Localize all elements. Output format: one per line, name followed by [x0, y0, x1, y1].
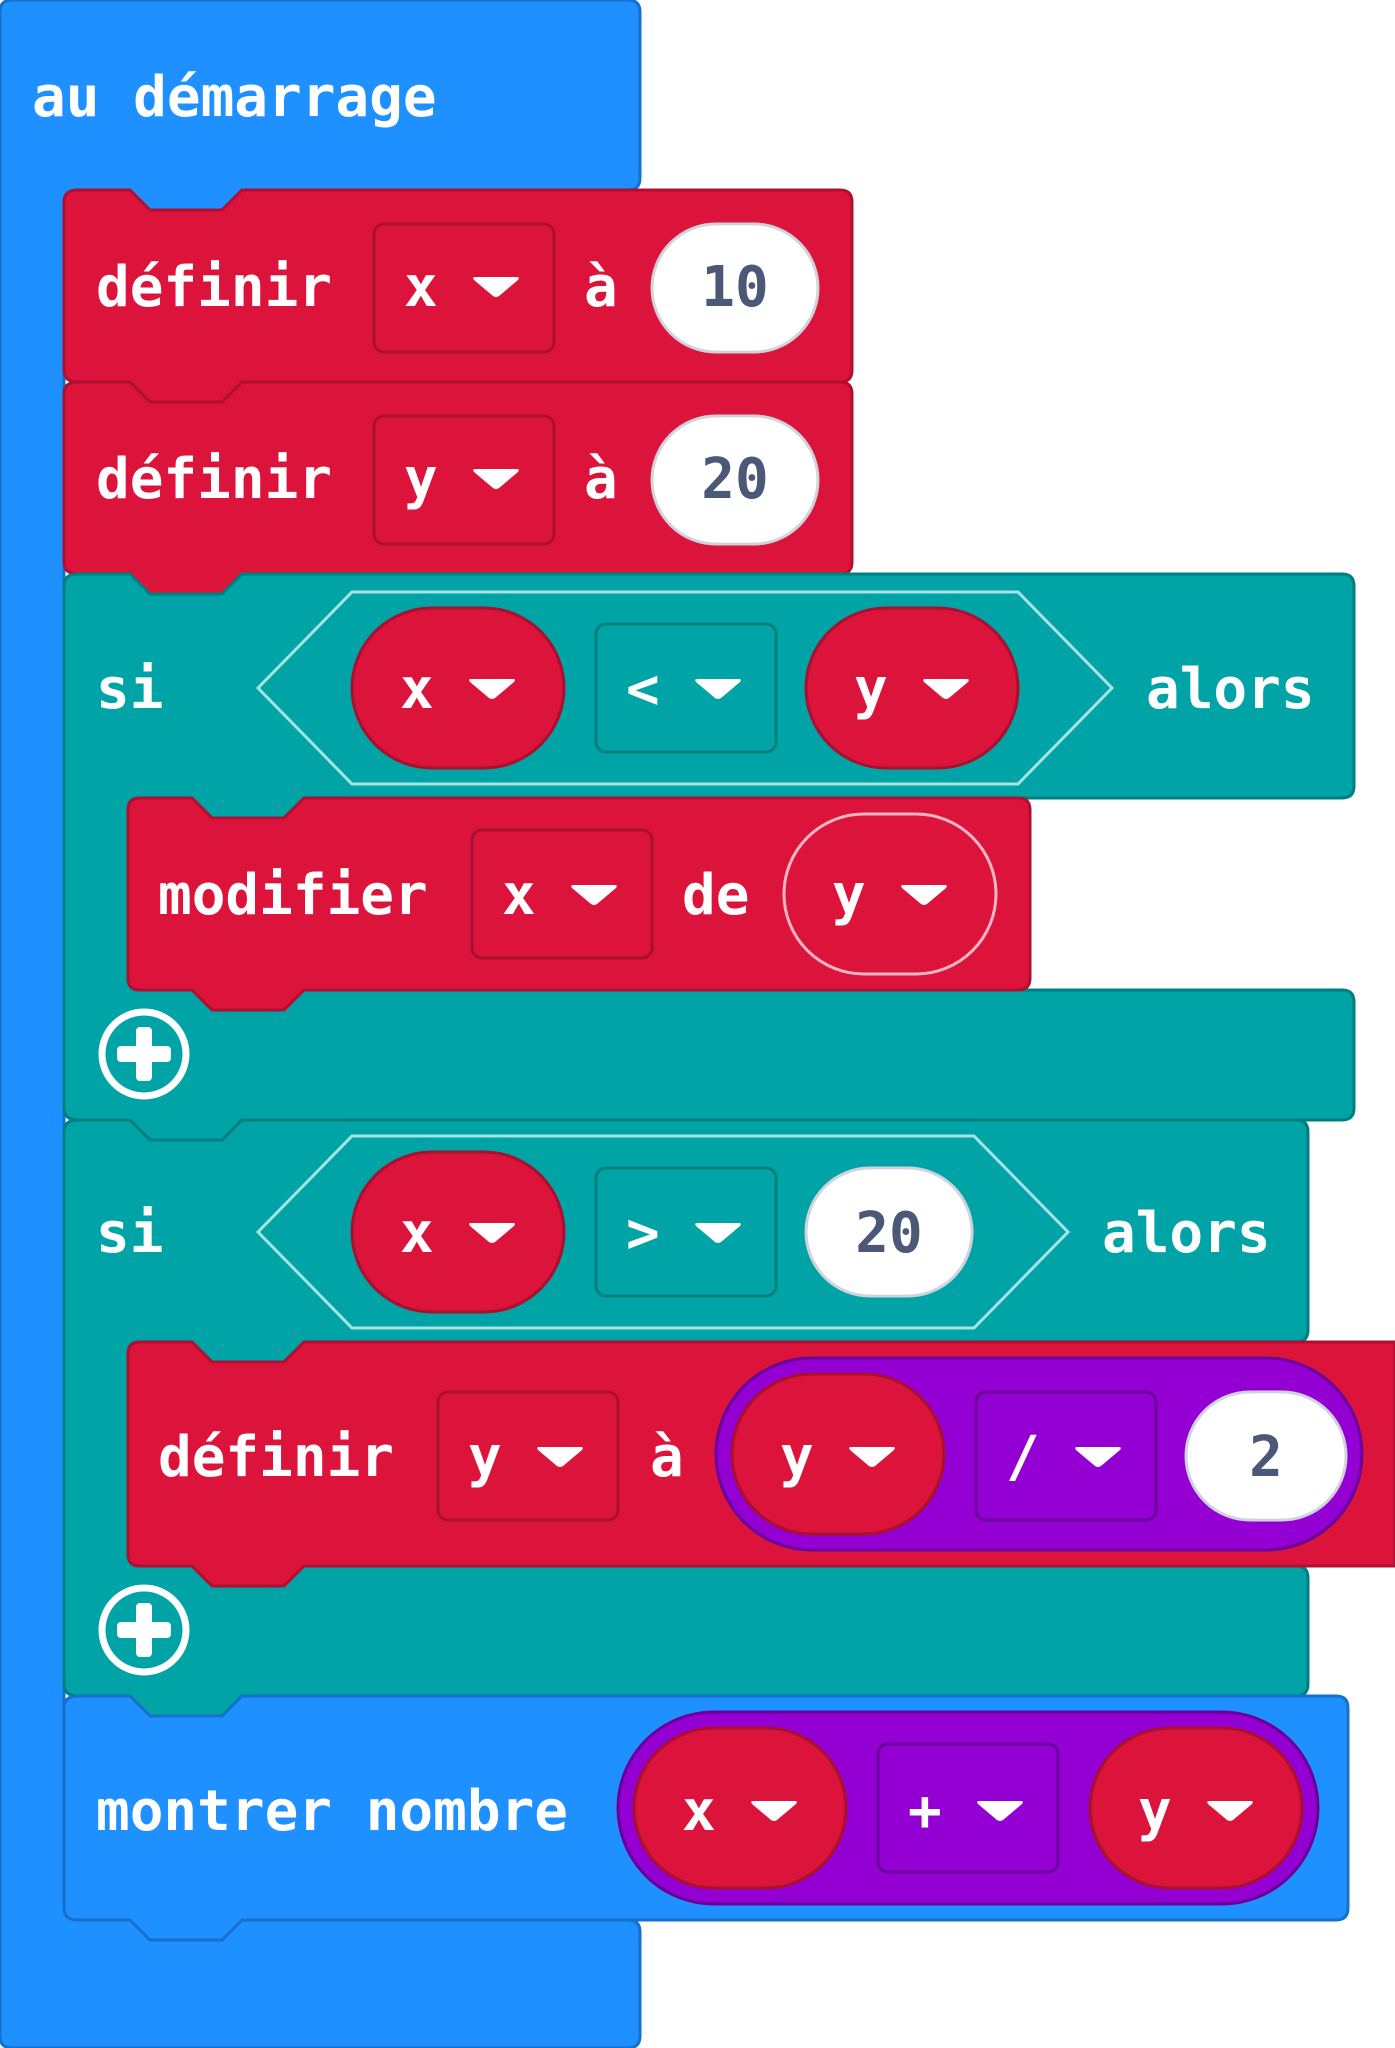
operator-dropdown-divide[interactable]: /	[974, 1390, 1158, 1522]
variable-reporter-y[interactable]: y	[730, 1372, 946, 1536]
variable-reporter-x-label: x	[400, 657, 434, 722]
set-y-to-label: à	[650, 1425, 684, 1490]
variable-reporter-x[interactable]: x	[350, 606, 566, 770]
variable-dropdown-y-label: y	[468, 1425, 502, 1490]
variable-reporter-x-label: x	[400, 1201, 434, 1266]
operator-divide-label: /	[1006, 1425, 1040, 1490]
variable-dropdown-x-label: x	[404, 255, 438, 320]
operator-dropdown-greater-than[interactable]: >	[594, 1166, 778, 1298]
on-start-label: au démarrage	[32, 65, 437, 130]
change-label: modifier	[158, 863, 428, 928]
variable-reporter-y-label: y	[1138, 1779, 1172, 1844]
variable-reporter-y[interactable]: y	[804, 606, 1020, 770]
variable-dropdown-y[interactable]: y	[372, 414, 556, 546]
change-by-label: de	[682, 863, 749, 928]
set-y-to-label: à	[584, 447, 618, 512]
variable-reporter-x[interactable]: x	[632, 1726, 848, 1890]
number-field-10-value: 10	[701, 255, 768, 320]
math-divide-reporter[interactable]: y / 2	[714, 1356, 1364, 1552]
if-1-label: si	[96, 657, 163, 722]
operator-dropdown-less-than[interactable]: <	[594, 622, 778, 754]
number-field-20-value: 20	[855, 1201, 922, 1266]
number-field-10[interactable]: 10	[650, 222, 820, 354]
if-1-then-label: alors	[1146, 657, 1315, 722]
variable-reporter-y[interactable]: y	[1088, 1726, 1304, 1890]
show-number-block[interactable]: montrer nombre x + y	[62, 1694, 1350, 1942]
variable-reporter-y-label: y	[854, 657, 888, 722]
math-add-reporter[interactable]: x + y	[616, 1710, 1320, 1906]
set-y-label: définir	[96, 447, 332, 512]
set-y-label: définir	[158, 1425, 394, 1490]
variable-reporter-y[interactable]: y	[782, 812, 998, 976]
number-field-20[interactable]: 20	[804, 1166, 974, 1298]
comparison-hexagon-1[interactable]: x < y	[255, 590, 1115, 786]
operator-greater-than-label: >	[626, 1201, 660, 1266]
operator-less-than-label: <	[626, 657, 660, 722]
number-field-2-value: 2	[1249, 1425, 1283, 1490]
variable-dropdown-x[interactable]: x	[470, 828, 654, 960]
set-y-divide-block[interactable]: définir y à y / 2	[126, 1340, 1395, 1588]
operator-dropdown-plus[interactable]: +	[876, 1742, 1060, 1874]
set-x-label: définir	[96, 255, 332, 320]
variable-dropdown-y-label: y	[404, 447, 438, 512]
number-field-20[interactable]: 20	[650, 414, 820, 546]
change-x-block[interactable]: modifier x de y	[126, 796, 1032, 1012]
variable-reporter-y-label: y	[780, 1425, 814, 1490]
variable-reporter-x[interactable]: x	[350, 1150, 566, 1314]
number-field-2[interactable]: 2	[1184, 1390, 1348, 1522]
variable-dropdown-x-label: x	[502, 863, 536, 928]
comparison-hexagon-2[interactable]: x > 20	[255, 1134, 1071, 1330]
variable-dropdown-y[interactable]: y	[436, 1390, 620, 1522]
show-number-label: montrer nombre	[96, 1779, 568, 1844]
variable-reporter-y-label: y	[832, 863, 866, 928]
set-x-to-label: à	[584, 255, 618, 320]
if-2-then-label: alors	[1102, 1201, 1271, 1266]
set-y-block[interactable]: définir y à 20	[62, 380, 854, 596]
if-2-label: si	[96, 1201, 163, 1266]
number-field-20-value: 20	[701, 447, 768, 512]
operator-plus-label: +	[908, 1779, 942, 1844]
variable-reporter-x-label: x	[682, 1779, 716, 1844]
set-x-block[interactable]: définir x à 10	[62, 188, 854, 404]
variable-dropdown-x[interactable]: x	[372, 222, 556, 354]
